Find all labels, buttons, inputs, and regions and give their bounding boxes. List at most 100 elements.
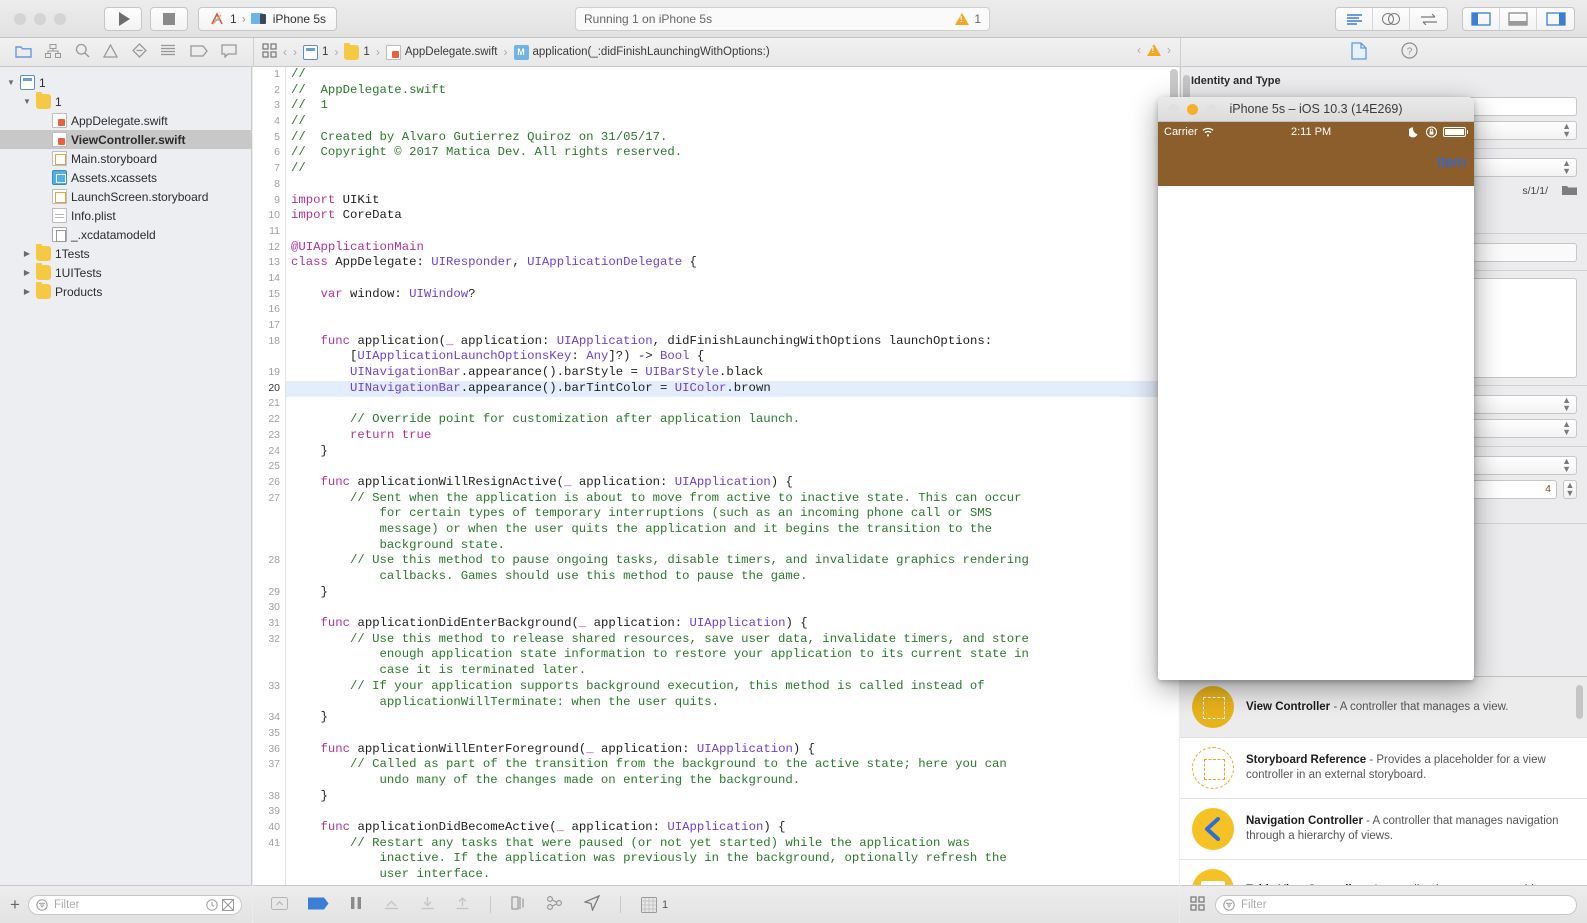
code-line[interactable]: func application(_ application: UIApplic… <box>291 334 1029 350</box>
code-line[interactable]: user interface. <box>291 867 1029 883</box>
code-line[interactable]: func applicationWillEnterForeground(_ ap… <box>291 742 1029 758</box>
disclosure-triangle-icon[interactable]: ▶ <box>22 287 32 296</box>
line-number[interactable]: 23 <box>253 428 285 444</box>
find-navigator-tab[interactable] <box>75 43 90 61</box>
code-line[interactable]: callbacks. Games should use this method … <box>291 569 1029 585</box>
line-number[interactable]: 21 <box>253 396 285 412</box>
line-number[interactable]: 19 <box>253 365 285 381</box>
simulator-title-bar[interactable]: iPhone 5s – iOS 10.3 (14E269) <box>1158 97 1474 122</box>
code-line[interactable]: // Override point for customization afte… <box>291 412 1029 428</box>
related-items-button[interactable] <box>262 43 277 61</box>
line-number[interactable]: 11 <box>253 224 285 240</box>
code-line[interactable]: background state. <box>291 538 1029 554</box>
line-number[interactable]: 38 <box>253 789 285 805</box>
code-line[interactable]: inactive. If the application was previou… <box>291 851 1029 867</box>
navigator-item-1[interactable]: ▼ 1 <box>0 92 251 111</box>
code-line[interactable]: applicationWillTerminate: when the user … <box>291 695 1029 711</box>
line-number[interactable]: 2 <box>253 83 285 99</box>
line-number[interactable]: 24 <box>253 444 285 460</box>
library-scrollbar[interactable] <box>1576 685 1583 719</box>
disclosure-triangle-icon[interactable]: ▶ <box>22 249 32 258</box>
simulator-screen-content[interactable] <box>1158 186 1474 680</box>
code-line[interactable] <box>291 177 1029 193</box>
line-number[interactable]: 25 <box>253 459 285 475</box>
editor-mode-segment[interactable] <box>1335 7 1448 31</box>
line-number[interactable]: 5 <box>253 130 285 146</box>
minimize-window-button[interactable] <box>34 12 46 25</box>
navigator-item-1[interactable]: ▼ 1 <box>0 73 251 92</box>
line-number[interactable] <box>253 538 285 554</box>
project-navigator-tab[interactable] <box>15 44 32 61</box>
line-number[interactable] <box>253 569 285 585</box>
panel-toggle-segment[interactable] <box>1462 7 1575 31</box>
standard-editor-button[interactable] <box>1336 8 1373 30</box>
code-line[interactable]: import CoreData <box>291 208 1029 224</box>
code-line[interactable]: } <box>291 710 1029 726</box>
line-number[interactable]: 28 <box>253 553 285 569</box>
activity-status-field[interactable]: Running 1 on iPhone 5s 1 <box>575 7 990 31</box>
issue-stepper[interactable]: ‹ › <box>1137 43 1171 57</box>
line-number[interactable]: 41 <box>253 836 285 852</box>
stop-button[interactable] <box>150 6 188 31</box>
line-number[interactable]: 33 <box>253 679 285 695</box>
code-line[interactable] <box>291 459 1029 475</box>
object-library-panel[interactable]: View Controller - A controller that mana… <box>1180 676 1587 885</box>
navigate-back-button[interactable]: ‹ <box>283 45 287 59</box>
code-text[interactable]: //// AppDelegate.swift// 1//// Created b… <box>287 67 1029 883</box>
line-number[interactable]: 32 <box>253 632 285 648</box>
code-line[interactable] <box>291 224 1029 240</box>
test-navigator-tab[interactable] <box>131 43 147 61</box>
code-line[interactable]: message) or when the user quits the appl… <box>291 522 1029 538</box>
code-line[interactable]: } <box>291 789 1029 805</box>
navigator-item-assets-xcassets[interactable]: Assets.xcassets <box>0 168 251 187</box>
line-number[interactable]: 37 <box>253 757 285 773</box>
code-line[interactable]: UINavigationBar.appearance().barTintColo… <box>291 381 1029 397</box>
code-line[interactable]: // Created by Alvaro Gutierrez Quiroz on… <box>291 130 1029 146</box>
scheme-destination-selector[interactable]: 1 › iPhone 5s <box>198 6 338 31</box>
line-number[interactable]: 27 <box>253 491 285 507</box>
line-number[interactable] <box>253 349 285 365</box>
line-number[interactable]: 36 <box>253 742 285 758</box>
line-number-gutter[interactable]: 1 2 3 4 5 6 7 8 9 10 11 12 13 14 15 16 17 18 19 20 21 22 23 24 2… <box>253 67 286 885</box>
symbol-navigator-tab[interactable] <box>45 43 62 61</box>
code-line[interactable]: // 1 <box>291 98 1029 114</box>
line-number[interactable]: 17 <box>253 318 285 334</box>
line-number[interactable] <box>253 851 285 867</box>
version-editor-button[interactable] <box>1410 8 1447 30</box>
code-line[interactable]: // <box>291 161 1029 177</box>
disclosure-triangle-icon[interactable]: ▶ <box>22 268 32 277</box>
line-number[interactable] <box>253 867 285 883</box>
step-into-button[interactable] <box>420 896 435 913</box>
breadcrumb-symbol[interactable]: M application(_:didFinishLaunchingWithOp… <box>513 44 770 60</box>
line-number[interactable]: 34 <box>253 710 285 726</box>
line-number[interactable]: 39 <box>253 804 285 820</box>
navigator-filter-input[interactable]: Filter <box>27 894 242 915</box>
line-number[interactable]: 8 <box>253 177 285 193</box>
add-file-button[interactable]: + <box>10 896 20 913</box>
navigator-item-launchscreen-storyboard[interactable]: LaunchScreen.storyboard <box>0 187 251 206</box>
breadcrumb-file[interactable]: AppDelegate.swift <box>385 44 498 60</box>
line-number[interactable]: 20 <box>253 381 285 397</box>
code-line[interactable]: func applicationDidEnterBackground(_ app… <box>291 616 1029 632</box>
report-navigator-tab[interactable] <box>221 43 237 61</box>
navigator-item-main-storyboard[interactable]: Main.storyboard <box>0 149 251 168</box>
line-number[interactable]: 10 <box>253 208 285 224</box>
code-line[interactable]: undo many of the changes made on enterin… <box>291 773 1029 789</box>
zoom-window-button[interactable] <box>54 12 66 25</box>
simulator-window[interactable]: iPhone 5s – iOS 10.3 (14E269) Carrier 2:… <box>1158 97 1474 680</box>
line-number[interactable]: 9 <box>253 193 285 209</box>
step-over-button[interactable] <box>383 897 400 913</box>
navigator-item-products[interactable]: ▶ Products <box>0 282 251 301</box>
disclosure-triangle-icon[interactable]: ▼ <box>22 97 32 106</box>
code-line[interactable] <box>291 600 1029 616</box>
line-number[interactable]: 30 <box>253 600 285 616</box>
line-number[interactable]: 3 <box>253 98 285 114</box>
navigator-item-xcdatamodeld[interactable]: _.xcdatamodeld <box>0 225 251 244</box>
toggle-debug-area-button[interactable] <box>1500 8 1537 30</box>
navigator-item-1tests[interactable]: ▶ 1Tests <box>0 244 251 263</box>
assistant-editor-button[interactable] <box>1373 8 1410 30</box>
code-line[interactable]: [UIApplicationLaunchOptionsKey: Any]?) -… <box>291 349 1029 365</box>
code-line[interactable] <box>291 726 1029 742</box>
navigate-forward-button[interactable]: › <box>293 45 297 59</box>
code-line[interactable]: func applicationDidBecomeActive(_ applic… <box>291 820 1029 836</box>
